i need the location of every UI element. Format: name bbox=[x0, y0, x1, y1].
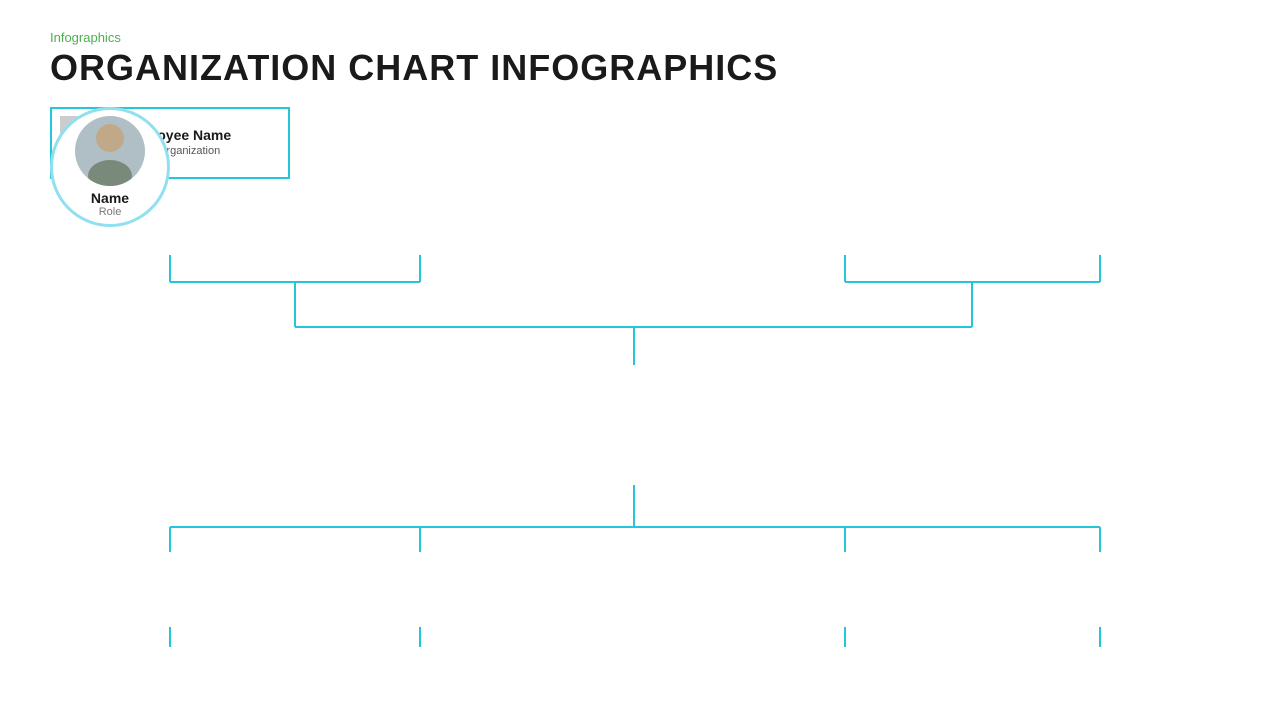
page: Infographics ORGANIZATION CHART INFOGRAP… bbox=[0, 0, 1280, 720]
center-avatar bbox=[75, 116, 145, 186]
center-name: Name bbox=[91, 190, 129, 206]
center-circle: Name Role bbox=[50, 107, 170, 227]
main-title: ORGANIZATION CHART INFOGRAPHICS bbox=[50, 47, 1230, 89]
infographics-label: Infographics bbox=[50, 30, 1230, 45]
center-role: Role bbox=[99, 206, 122, 218]
connector-lines bbox=[50, 107, 1230, 697]
header: Infographics ORGANIZATION CHART INFOGRAP… bbox=[50, 30, 1230, 89]
chart-area: Employee Name Role in organization Emplo… bbox=[50, 107, 1230, 697]
